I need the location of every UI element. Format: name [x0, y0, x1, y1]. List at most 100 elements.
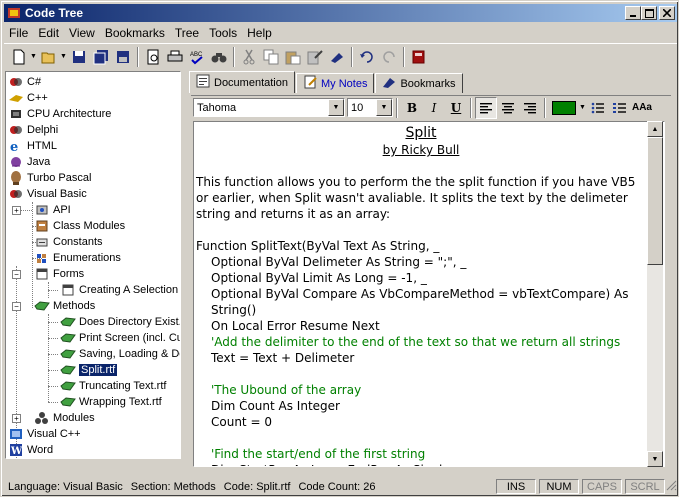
print-button[interactable]: [164, 46, 186, 68]
paste-special-button[interactable]: [304, 46, 326, 68]
tree-collapser-forms[interactable]: −: [12, 270, 21, 279]
chevron-down-icon[interactable]: ▼: [376, 99, 392, 116]
scroll-thumb[interactable]: [647, 137, 663, 265]
chevron-down-icon[interactable]: ▼: [328, 99, 344, 116]
tab-bookmarks[interactable]: Bookmarks: [375, 73, 463, 93]
tree-item-cpp[interactable]: C++: [8, 90, 48, 106]
tree-item-modules[interactable]: Modules: [34, 410, 95, 426]
tree-item-saving-loading[interactable]: Saving, Loading & De: [60, 346, 180, 362]
tree-item-does-directory-exist[interactable]: Does Directory Exist.r: [60, 314, 180, 330]
font-size-select[interactable]: 10 ▼: [347, 98, 393, 117]
status-language: Language: Visual Basic: [8, 480, 123, 493]
code-comment-line: 'The Ubound of the array: [211, 383, 362, 397]
open-dropdown-icon[interactable]: ▼: [60, 53, 68, 60]
new-dropdown-icon[interactable]: ▼: [30, 53, 38, 60]
save-as-button[interactable]: [112, 46, 134, 68]
open-button[interactable]: [38, 46, 60, 68]
java-icon: [8, 154, 24, 170]
tree-item-api[interactable]: API: [34, 202, 71, 218]
redo-button[interactable]: [378, 46, 400, 68]
underline-button[interactable]: U: [445, 97, 467, 119]
tree-item-delphi[interactable]: Delphi: [8, 122, 58, 138]
copy-button[interactable]: [260, 46, 282, 68]
menu-tree[interactable]: Tree: [170, 26, 204, 40]
spell-check-button[interactable]: ABC: [186, 46, 208, 68]
save-button[interactable]: [68, 46, 90, 68]
tab-strip: Documentation My Notes Bookmarks: [189, 71, 464, 93]
tree-collapser-methods[interactable]: −: [12, 302, 21, 311]
code-tree-view[interactable]: + − − + C# C++ CPU Architecture Delphi e…: [5, 71, 181, 459]
find-button[interactable]: [208, 46, 230, 68]
tree-item-word[interactable]: W Word: [8, 442, 53, 458]
numbering-button[interactable]: [609, 97, 631, 119]
main-toolbar: ▼ ▼ ABC: [4, 43, 677, 69]
scroll-down-button[interactable]: ▼: [647, 451, 663, 467]
font-name-select[interactable]: Tahoma ▼: [193, 98, 345, 117]
menu-help[interactable]: Help: [242, 26, 277, 40]
format-painter-button[interactable]: [326, 46, 348, 68]
toolbar-separator: [396, 97, 398, 118]
api-icon: [34, 202, 50, 218]
pane-splitter[interactable]: [182, 71, 186, 459]
code-comment-line: 'Find the start/end of the first string: [211, 447, 426, 461]
font-color-button[interactable]: [549, 97, 579, 119]
new-button[interactable]: [8, 46, 30, 68]
menu-bookmarks[interactable]: Bookmarks: [100, 26, 170, 40]
tree-item-cpu-architecture[interactable]: CPU Architecture: [8, 106, 111, 122]
tree-connector: [48, 338, 58, 339]
paste-button[interactable]: [282, 46, 304, 68]
modules-icon: [34, 410, 50, 426]
tree-item-creating-a-selection[interactable]: Creating A Selection (: [60, 282, 180, 298]
tab-documentation[interactable]: Documentation: [189, 71, 295, 93]
document-byline: by Ricky Bull: [382, 143, 460, 157]
align-center-button[interactable]: [497, 97, 519, 119]
bullets-button[interactable]: [587, 97, 609, 119]
editor-vertical-scrollbar[interactable]: ▲ ▼: [647, 121, 663, 467]
method-icon: [60, 394, 76, 410]
align-left-button[interactable]: [475, 96, 497, 119]
close-button[interactable]: [659, 6, 675, 20]
change-case-button[interactable]: AAa: [631, 97, 653, 119]
tree-item-java[interactable]: Java: [8, 154, 50, 170]
tree-item-visual-cpp[interactable]: Visual C++: [8, 426, 81, 442]
resize-grip-icon[interactable]: [665, 479, 677, 494]
tree-item-truncating-text[interactable]: Truncating Text.rtf: [60, 378, 166, 394]
cut-button[interactable]: [238, 46, 260, 68]
bold-button[interactable]: B: [401, 97, 423, 119]
tree-item-class-modules[interactable]: Class Modules: [34, 218, 125, 234]
scroll-up-button[interactable]: ▲: [647, 121, 663, 137]
font-color-dropdown-icon[interactable]: ▼: [579, 104, 587, 111]
print-preview-button[interactable]: [142, 46, 164, 68]
menu-bar: File Edit View Bookmarks Tree Tools Help: [4, 23, 277, 42]
tree-item-enumerations[interactable]: Enumerations: [34, 250, 121, 266]
tree-item-visual-basic[interactable]: Visual Basic: [8, 186, 87, 202]
tree-item-html[interactable]: e HTML: [8, 138, 57, 154]
tree-item-print-screen[interactable]: Print Screen (incl. Cur: [60, 330, 180, 346]
tree-expander-modules[interactable]: +: [12, 414, 21, 423]
tab-my-notes[interactable]: My Notes: [296, 73, 375, 93]
tree-item-wrapping-text[interactable]: Wrapping Text.rtf: [60, 394, 162, 410]
minimize-button[interactable]: [625, 6, 641, 20]
tree-item-forms[interactable]: Forms: [34, 266, 84, 282]
undo-button[interactable]: [356, 46, 378, 68]
save-all-button[interactable]: [90, 46, 112, 68]
menu-tools[interactable]: Tools: [204, 26, 242, 40]
title-bar[interactable]: Code Tree: [4, 4, 677, 22]
menu-file[interactable]: File: [4, 26, 33, 40]
document-editor[interactable]: Split by Ricky Bull This function allows…: [193, 121, 665, 467]
tree-item-constants[interactable]: Constants: [34, 234, 103, 250]
tree-item-csharp[interactable]: C#: [8, 74, 41, 90]
italic-button[interactable]: I: [423, 97, 445, 119]
align-right-button[interactable]: [519, 97, 541, 119]
menu-edit[interactable]: Edit: [33, 26, 64, 40]
tree-expander-api[interactable]: +: [12, 206, 21, 215]
tree-item-methods[interactable]: Methods: [34, 298, 95, 314]
app-window: Code Tree File Edit View Bookmarks Tree …: [0, 0, 679, 497]
book-button[interactable]: [408, 46, 430, 68]
font-color-swatch: [552, 100, 576, 115]
tree-item-split-rtf[interactable]: Split.rtf: [60, 362, 118, 378]
menu-view[interactable]: View: [64, 26, 100, 40]
maximize-button[interactable]: [641, 6, 657, 20]
tree-item-turbo-pascal[interactable]: Turbo Pascal: [8, 170, 91, 186]
status-caps: CAPS: [582, 479, 622, 494]
